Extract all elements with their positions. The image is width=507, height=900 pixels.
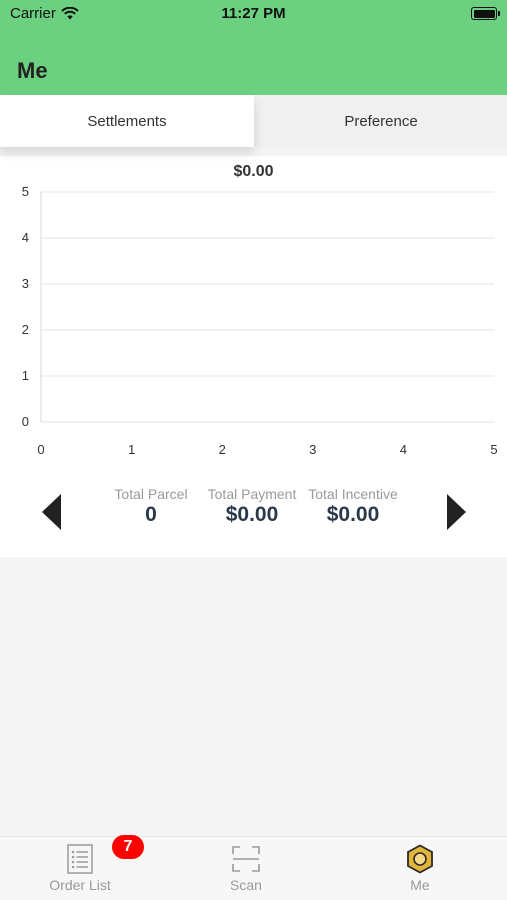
tabbar-label: Order List [49,877,111,893]
x-tick-label: 5 [490,442,497,457]
x-tick-label: 0 [37,442,44,457]
tabbar-item-scan[interactable]: Scan [191,837,301,900]
list-icon [67,844,93,874]
page-title: Me [17,58,48,83]
tabbar-label: Scan [230,877,262,893]
settlement-card: $0.00 0 1 2 3 4 5 0 1 2 3 4 5 Total Parcel 0 Total … [0,156,507,557]
order-count-badge: 7 [112,835,144,859]
scan-icon [232,846,260,872]
stat-value: $0.00 [225,503,279,526]
y-tick-label: 0 [22,414,29,429]
stat-label: Total Incentive [308,486,398,502]
stat-total-payment: Total Payment $0.00 [197,486,307,527]
x-tick-label: 1 [128,442,135,457]
stats-row: Total Parcel 0 Total Payment $0.00 Total… [0,486,507,536]
y-tick-label: 2 [22,322,29,337]
next-arrow-icon[interactable] [446,494,466,530]
y-tick-label: 3 [22,276,29,291]
tab-settlements[interactable]: Settlements [0,95,254,147]
tabbar-label: Me [410,877,430,893]
battery-icon [471,7,500,20]
hexagon-user-icon [407,844,433,874]
bottom-tab-bar: Order List Scan Me [0,836,507,900]
status-bar: Carrier 11:27 PM [0,0,507,28]
y-tick-label: 4 [22,230,29,245]
x-tick-label: 2 [219,442,226,457]
stat-label: Total Parcel [114,486,188,502]
y-tick-label: 1 [22,368,29,383]
stat-total-parcel: Total Parcel 0 [96,486,206,527]
segment-tabs: Settlements Preference [0,95,507,147]
stat-value: $0.00 [326,503,380,526]
tab-preference[interactable]: Preference [254,95,507,147]
stat-total-incentive: Total Incentive $0.00 [298,486,408,527]
stat-label: Total Payment [207,486,297,502]
tabbar-item-me[interactable]: Me [365,837,475,900]
y-tick-label: 5 [22,184,29,199]
status-time: 11:27 PM [221,5,286,22]
stat-value: 0 [145,503,157,526]
app-header: Carrier 11:27 PM Me [0,0,507,95]
x-tick-label: 4 [400,442,407,457]
settlement-chart: 0 1 2 3 4 5 0 1 2 3 4 5 [22,184,498,457]
x-tick-label: 3 [309,442,316,457]
